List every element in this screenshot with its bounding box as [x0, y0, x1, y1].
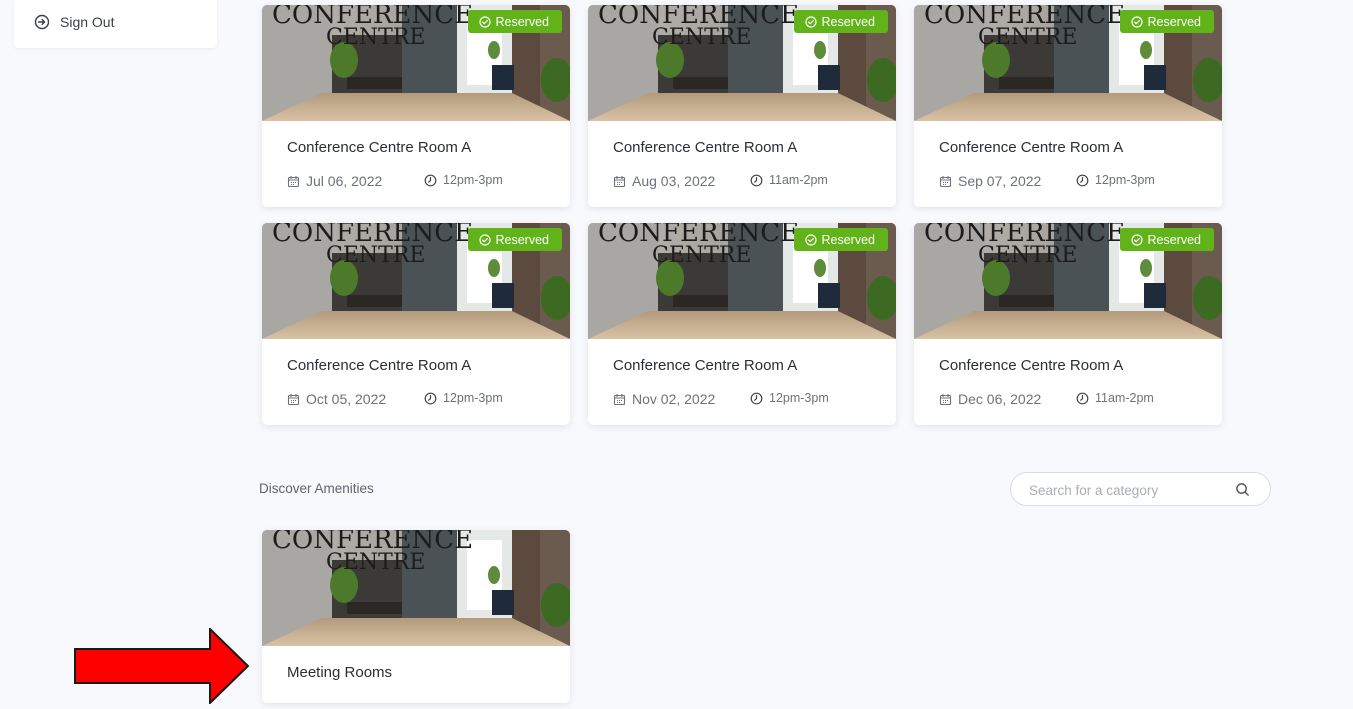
time-text: 11am-2pm: [769, 173, 828, 187]
reserved-badge: Reserved: [793, 228, 888, 251]
sidebar-panel: Sign Out: [14, 0, 217, 48]
reservation-time: 12pm-3pm: [424, 391, 503, 405]
badge-label: Reserved: [495, 232, 550, 247]
time-text: 12pm-3pm: [443, 391, 503, 405]
reserved-badge: Reserved: [467, 228, 562, 251]
amenity-card-meeting-rooms[interactable]: CONFERENCE CENTRE Meeting Rooms: [262, 530, 570, 703]
category-search: [1010, 472, 1271, 506]
clock-icon: [750, 392, 763, 404]
amenity-photo: CONFERENCE CENTRE: [262, 530, 570, 646]
date-text: Jul 06, 2022: [306, 173, 383, 189]
reserved-badge: Reserved: [793, 10, 888, 33]
svg-text:CENTRE: CENTRE: [326, 550, 425, 575]
reservation-card[interactable]: CONFERENCE CENTRE Reserved Conference Ce…: [588, 5, 896, 207]
time-text: 12pm-3pm: [769, 391, 829, 405]
svg-text:CENTRE: CENTRE: [326, 25, 425, 50]
badge-label: Reserved: [1147, 232, 1202, 247]
badge-label: Reserved: [821, 14, 876, 29]
check-circle-icon: [1130, 233, 1143, 246]
reservation-title: Conference Centre Room A: [613, 139, 798, 156]
time-text: 12pm-3pm: [443, 173, 503, 187]
reservation-title: Conference Centre Room A: [287, 139, 472, 156]
reservation-title: Conference Centre Room A: [939, 139, 1124, 156]
reserved-badge: Reserved: [467, 10, 562, 33]
calendar-icon: [613, 393, 626, 405]
badge-label: Reserved: [1147, 14, 1202, 29]
clock-icon: [1076, 392, 1089, 404]
section-title-amenities: Discover Amenities: [259, 481, 374, 496]
check-circle-icon: [1130, 15, 1143, 28]
reservation-card[interactable]: CONFERENCE CENTRE Reserved Conference Ce…: [914, 223, 1222, 425]
reservation-date: Dec 06, 2022: [939, 391, 1041, 407]
reservation-time: 11am-2pm: [750, 173, 828, 187]
reservation-time: 12pm-3pm: [1076, 173, 1155, 187]
calendar-icon: [939, 393, 952, 405]
red-arrow-annotation-icon: [74, 628, 250, 704]
reservation-time: 12pm-3pm: [750, 391, 829, 405]
reserved-badge: Reserved: [1119, 228, 1214, 251]
calendar-icon: [287, 393, 300, 405]
time-text: 12pm-3pm: [1095, 173, 1155, 187]
reservation-date: Oct 05, 2022: [287, 391, 386, 407]
clock-icon: [424, 174, 437, 186]
calendar-icon: [287, 175, 300, 187]
reservation-card[interactable]: CONFERENCE CENTRE Reserved Conference Ce…: [914, 5, 1222, 207]
check-circle-icon: [478, 233, 491, 246]
clock-icon: [750, 174, 763, 186]
reservation-title: Conference Centre Room A: [939, 357, 1124, 374]
svg-text:CENTRE: CENTRE: [978, 243, 1077, 268]
amenity-title: Meeting Rooms: [287, 664, 393, 681]
sign-out-button[interactable]: Sign Out: [34, 11, 114, 33]
sign-out-label: Sign Out: [60, 14, 115, 30]
time-text: 11am-2pm: [1095, 391, 1154, 405]
reservations-grid: CONFERENCE CENTRE Reserved Conference Ce…: [262, 5, 1222, 427]
date-text: Nov 02, 2022: [632, 391, 716, 407]
svg-text:CENTRE: CENTRE: [326, 243, 425, 268]
check-circle-icon: [478, 15, 491, 28]
calendar-icon: [613, 175, 626, 187]
svg-text:CENTRE: CENTRE: [652, 243, 751, 268]
badge-label: Reserved: [821, 232, 876, 247]
reservation-date: Jul 06, 2022: [287, 173, 382, 189]
reservation-title: Conference Centre Room A: [287, 357, 472, 374]
reservation-card[interactable]: CONFERENCE CENTRE Reserved Conference Ce…: [262, 5, 570, 207]
reservation-date: Sep 07, 2022: [939, 173, 1041, 189]
date-text: Sep 07, 2022: [958, 173, 1042, 189]
date-text: Dec 06, 2022: [958, 391, 1042, 407]
reservation-card[interactable]: CONFERENCE CENTRE Reserved Conference Ce…: [262, 223, 570, 425]
date-text: Aug 03, 2022: [632, 173, 716, 189]
clock-icon: [424, 392, 437, 404]
svg-text:CENTRE: CENTRE: [652, 25, 751, 50]
badge-label: Reserved: [495, 14, 550, 29]
reservation-card[interactable]: CONFERENCE CENTRE Reserved Conference Ce…: [588, 223, 896, 425]
search-icon[interactable]: [1235, 482, 1250, 497]
reserved-badge: Reserved: [1119, 10, 1214, 33]
calendar-icon: [939, 175, 952, 187]
svg-text:CENTRE: CENTRE: [978, 25, 1077, 50]
category-search-input[interactable]: [1027, 479, 1231, 501]
date-text: Oct 05, 2022: [306, 391, 387, 407]
reservation-date: Aug 03, 2022: [613, 173, 715, 189]
check-circle-icon: [804, 15, 817, 28]
check-circle-icon: [804, 233, 817, 246]
reservation-title: Conference Centre Room A: [613, 357, 798, 374]
reservation-time: 12pm-3pm: [424, 173, 503, 187]
reservation-date: Nov 02, 2022: [613, 391, 715, 407]
clock-icon: [1076, 174, 1089, 186]
reservation-time: 11am-2pm: [1076, 391, 1154, 405]
sign-out-icon: [34, 14, 50, 30]
